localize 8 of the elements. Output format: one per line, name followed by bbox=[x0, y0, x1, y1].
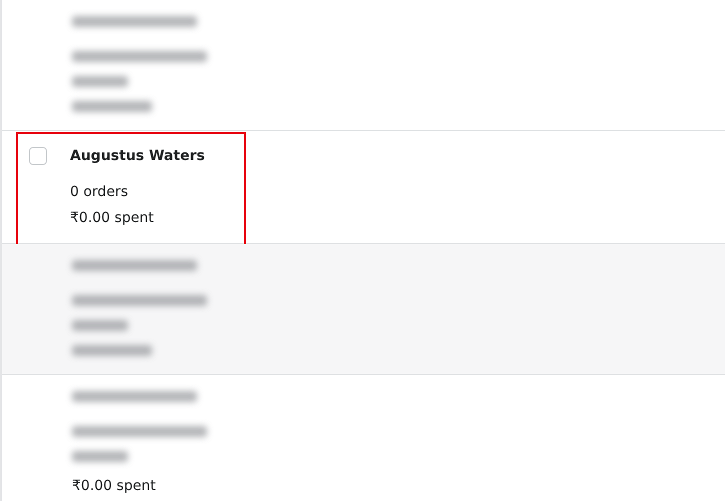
customer-spent: ₹0.00 spent bbox=[72, 477, 157, 496]
redacted-text bbox=[72, 451, 128, 462]
customer-name[interactable]: Augustus Waters bbox=[70, 147, 205, 165]
redacted-text bbox=[72, 76, 128, 87]
customer-spent: ₹0.00 spent bbox=[70, 209, 155, 228]
checkbox[interactable] bbox=[29, 147, 47, 165]
customer-orders: 0 orders bbox=[70, 183, 129, 202]
redacted-text bbox=[72, 320, 128, 331]
